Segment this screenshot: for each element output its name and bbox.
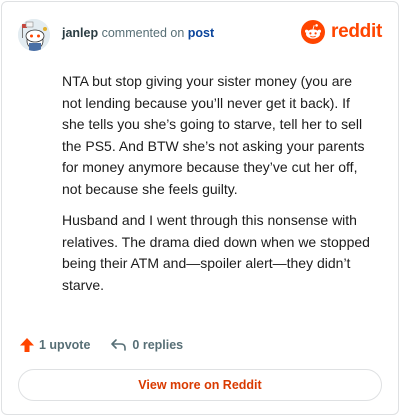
- comment-paragraph: Husband and I went through this nonsense…: [62, 212, 370, 293]
- snoo-avatar-icon: [18, 19, 50, 51]
- upvote-arrow-icon: [20, 338, 34, 352]
- comment-body: NTA but stop giving your sister money (y…: [62, 71, 374, 306]
- comment-header: janlep commented on post reddit: [18, 18, 382, 52]
- upvote-count: 1 upvote: [39, 338, 91, 352]
- comment-actions: 1 upvote 0 replies: [19, 334, 183, 356]
- user-avatar[interactable]: [18, 19, 50, 51]
- reddit-logo[interactable]: reddit: [301, 20, 382, 44]
- comment-paragraph: NTA but stop giving your sister money (y…: [62, 73, 365, 197]
- author-username[interactable]: janlep: [62, 26, 98, 40]
- replies-button[interactable]: 0 replies: [110, 337, 183, 353]
- reply-arrow-icon: [111, 339, 127, 351]
- comment-embed-card: janlep commented on post reddit NTA but …: [1, 1, 399, 415]
- comment-byline: janlep commented on post: [62, 26, 214, 40]
- reply-count: 0 replies: [132, 338, 184, 352]
- view-more-button[interactable]: View more on Reddit: [18, 369, 382, 401]
- byline-action-text: commented on: [101, 26, 185, 40]
- reddit-logo-icon: [301, 20, 326, 44]
- upvote-button[interactable]: 1 upvote: [19, 337, 90, 353]
- reddit-wordmark: reddit: [331, 21, 382, 42]
- post-link[interactable]: post: [188, 26, 214, 40]
